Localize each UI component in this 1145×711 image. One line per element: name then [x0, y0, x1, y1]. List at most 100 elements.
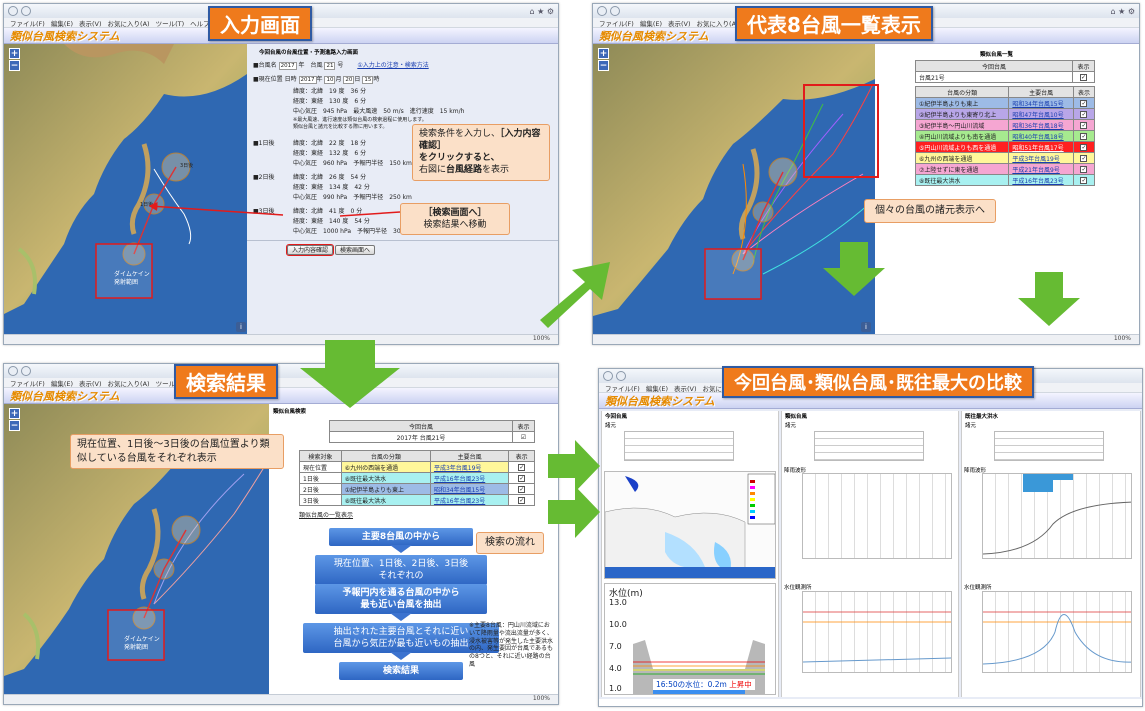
level-chart[interactable] — [982, 591, 1132, 673]
forward-icon[interactable] — [21, 6, 31, 16]
menu-view[interactable]: 表示(V) — [674, 383, 697, 393]
checkbox-icon[interactable]: ✓ — [1080, 165, 1088, 173]
checkbox-icon[interactable]: ✓ — [1080, 176, 1088, 184]
current-hour-input[interactable]: 15 — [362, 75, 374, 84]
menu-view[interactable]: 表示(V) — [668, 18, 691, 28]
day3-pressure-row[interactable]: 中心気圧 1000 hPa 予報円半径 300 km — [293, 226, 416, 235]
checkbox-icon[interactable]: ✓ — [1080, 110, 1088, 118]
zoom-out-button[interactable]: − — [598, 60, 609, 71]
level-chart[interactable] — [802, 591, 952, 673]
similar-list-link[interactable]: 類似台風の一覧表示 — [299, 510, 353, 519]
day2-lat-row[interactable]: 緯度：北緯 26 度 54 分 — [293, 172, 366, 181]
row-display-cell[interactable]: ✓ — [1072, 119, 1096, 131]
forward-icon[interactable] — [616, 371, 626, 381]
row-display-cell[interactable]: ✓ — [1072, 108, 1096, 120]
checkbox-icon[interactable]: ✓ — [518, 463, 526, 471]
rainfall-map[interactable] — [604, 471, 776, 579]
row-main-typhoon-link[interactable]: 平成16年台風23号 — [429, 494, 510, 506]
menu-edit[interactable]: 編集(E) — [640, 18, 662, 28]
confirm-input-button[interactable]: 入力内容確認 — [285, 244, 335, 256]
current-lat-row[interactable]: 緯度：北緯 19 度 36 分 — [293, 86, 366, 95]
menu-view[interactable]: 表示(V) — [79, 18, 102, 28]
input-help-link[interactable]: ①入力上の注意・検索方法 — [357, 62, 428, 69]
row-display-cell[interactable]: ✓ — [1072, 174, 1096, 186]
row-display-cell[interactable]: ✓ — [1072, 130, 1096, 142]
forward-icon[interactable] — [610, 6, 620, 16]
menu-view[interactable]: 表示(V) — [79, 378, 102, 388]
menu-favorites[interactable]: お気に入り(A) — [108, 18, 150, 28]
zoom-out-button[interactable]: − — [9, 420, 20, 431]
day2-pressure-row[interactable]: 中心気圧 990 hPa 予報円半径 250 km — [293, 192, 412, 201]
back-icon[interactable] — [597, 6, 607, 16]
row-main-typhoon-link[interactable]: 昭和34年台風15号 — [429, 483, 510, 495]
menu-favorites[interactable]: お気に入り(A) — [697, 18, 739, 28]
day3-lon-row[interactable]: 経度：東経 140 度 54 分 — [293, 216, 370, 225]
row-main-typhoon-link[interactable]: 昭和51年台風17号 — [1008, 141, 1074, 153]
current-day-input[interactable]: 20 — [343, 75, 355, 84]
back-icon[interactable] — [8, 366, 18, 376]
current-month-input[interactable]: 10 — [324, 75, 336, 84]
typhoon-map[interactable]: + − ダイムケイン 発射範囲 1日後 3日後 i — [4, 44, 247, 336]
row-main-typhoon-link[interactable]: 平成21年台風9号 — [1008, 163, 1074, 175]
day2-lon-row[interactable]: 経度：東経 134 度 42 分 — [293, 182, 370, 191]
map-info-icon[interactable]: i — [861, 322, 871, 332]
row-main-typhoon-link[interactable]: 昭和34年台風15号 — [1008, 97, 1074, 109]
row-main-typhoon-link[interactable]: 平成3年台風19号 — [429, 461, 510, 473]
row-display-cell[interactable]: ✓ — [508, 494, 535, 506]
row-main-typhoon-link[interactable]: 平成16年台風23号 — [1008, 174, 1074, 186]
row-main-typhoon-link[interactable]: 平成3年台風19号 — [1008, 152, 1074, 164]
forward-icon[interactable] — [21, 366, 31, 376]
row-main-typhoon-link[interactable]: 昭和47年台風10号 — [1008, 108, 1074, 120]
checkbox-icon[interactable]: ✓ — [1080, 99, 1088, 107]
typhoon-number-input[interactable]: 21 — [324, 61, 336, 70]
checkbox-icon[interactable]: ✓ — [1080, 73, 1087, 81]
row-display-cell[interactable]: ✓ — [508, 483, 535, 495]
checkbox-icon[interactable]: ✓ — [518, 485, 526, 493]
menu-edit[interactable]: 編集(E) — [51, 18, 73, 28]
menu-file[interactable]: ファイル(F) — [599, 18, 634, 28]
menu-favorites[interactable]: お気に入り(A) — [108, 378, 150, 388]
rainfall-chart[interactable] — [802, 473, 952, 559]
current-display-checkbox[interactable]: ✓ — [1072, 71, 1095, 83]
row-main-typhoon-link[interactable]: 昭和36年台風18号 — [1008, 119, 1074, 131]
menu-file[interactable]: ファイル(F) — [605, 383, 640, 393]
zoom-in-button[interactable]: + — [9, 408, 20, 419]
menu-file[interactable]: ファイル(F) — [10, 18, 45, 28]
day1-lat-row[interactable]: 緯度：北緯 22 度 18 分 — [293, 138, 366, 147]
checkbox-icon[interactable]: ✓ — [1080, 132, 1088, 140]
menu-edit[interactable]: 編集(E) — [51, 378, 73, 388]
checkbox-icon[interactable]: ✓ — [1080, 121, 1088, 129]
typhoon-map[interactable]: + − i — [593, 44, 875, 336]
rainfall-chart[interactable] — [982, 473, 1132, 559]
checkbox-icon[interactable]: ✓ — [518, 496, 526, 504]
menu-tools[interactable]: ツール(T) — [156, 18, 185, 28]
row-display-cell[interactable]: ✓ — [508, 461, 535, 473]
current-lon-row[interactable]: 経度：東経 130 度 6 分 — [293, 96, 366, 105]
current-pressure-row[interactable]: 中心気圧 945 hPa 最大風速 50 m/s 進行速度 15 km/h — [293, 106, 464, 115]
current-display-checkbox[interactable]: ☑ — [512, 431, 535, 443]
row-display-cell[interactable]: ✓ — [1072, 152, 1096, 164]
row-main-typhoon-link[interactable]: 平成16年台風23号 — [429, 472, 510, 484]
checkbox-icon[interactable]: ✓ — [1080, 143, 1088, 151]
checkbox-icon[interactable]: ✓ — [1080, 154, 1088, 162]
row-display-cell[interactable]: ✓ — [1072, 163, 1096, 175]
window-controls-icon[interactable]: ⌂ ★ ⚙ — [529, 7, 554, 16]
zoom-in-button[interactable]: + — [9, 48, 20, 59]
zoom-in-button[interactable]: + — [598, 48, 609, 59]
go-search-button[interactable]: 検索画面へ — [335, 245, 376, 255]
menu-file[interactable]: ファイル(F) — [10, 378, 45, 388]
zoom-out-button[interactable]: − — [9, 60, 20, 71]
row-display-cell[interactable]: ✓ — [508, 472, 535, 484]
back-icon[interactable] — [8, 6, 18, 16]
day1-lon-row[interactable]: 経度：東経 132 度 6 分 — [293, 148, 366, 157]
map-info-icon[interactable]: i — [236, 322, 246, 332]
row-main-typhoon-link[interactable]: 昭和40年台風18号 — [1008, 130, 1074, 142]
checkbox-icon[interactable]: ✓ — [518, 474, 526, 482]
window-controls-icon[interactable]: ⌂ ★ ⚙ — [1110, 7, 1135, 16]
day1-pressure-row[interactable]: 中心気圧 960 hPa 予報円半径 150 km — [293, 158, 412, 167]
back-icon[interactable] — [603, 371, 613, 381]
row-display-cell[interactable]: ✓ — [1072, 97, 1096, 109]
day3-lat-row[interactable]: 緯度：北緯 41 度 0 分 — [293, 206, 362, 215]
water-level-chart[interactable]: 水位(m) 13.0 10.0 7.0 4.0 1.0 16:50の水位：0.2… — [604, 583, 776, 695]
typhoon-year-input[interactable]: 2017 — [278, 61, 297, 70]
